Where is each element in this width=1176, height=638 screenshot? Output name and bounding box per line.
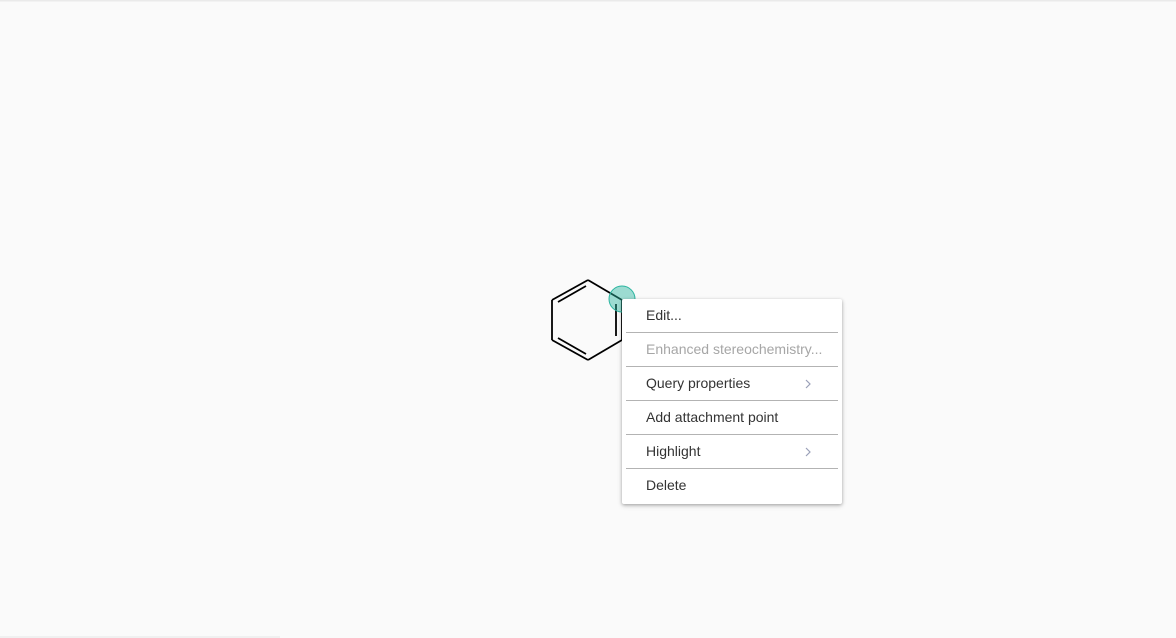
drawing-canvas[interactable]: Edit... Enhanced stereochemistry... Quer… (0, 0, 1176, 638)
chevron-right-icon (804, 367, 814, 401)
chevron-right-icon (804, 435, 814, 469)
menu-item-add-attachment-point[interactable]: Add attachment point (626, 401, 838, 435)
context-menu: Edit... Enhanced stereochemistry... Quer… (622, 299, 842, 504)
menu-item-label: Edit... (646, 307, 682, 323)
bond[interactable] (587, 339, 623, 361)
toolbar-edge (0, 0, 1176, 2)
menu-item-edit[interactable]: Edit... (626, 299, 838, 333)
menu-item-enhanced-stereochemistry: Enhanced stereochemistry... (626, 333, 838, 367)
menu-item-label: Enhanced stereochemistry... (646, 341, 823, 357)
menu-item-label: Highlight (646, 443, 701, 459)
menu-item-label: Delete (646, 477, 687, 493)
bond[interactable] (551, 339, 589, 361)
menu-item-delete[interactable]: Delete (626, 469, 838, 503)
menu-item-label: Query properties (646, 375, 751, 391)
bond[interactable] (551, 279, 589, 301)
menu-item-query-properties[interactable]: Query properties (626, 367, 838, 401)
menu-item-highlight[interactable]: Highlight (626, 435, 838, 469)
menu-item-label: Add attachment point (646, 409, 779, 425)
